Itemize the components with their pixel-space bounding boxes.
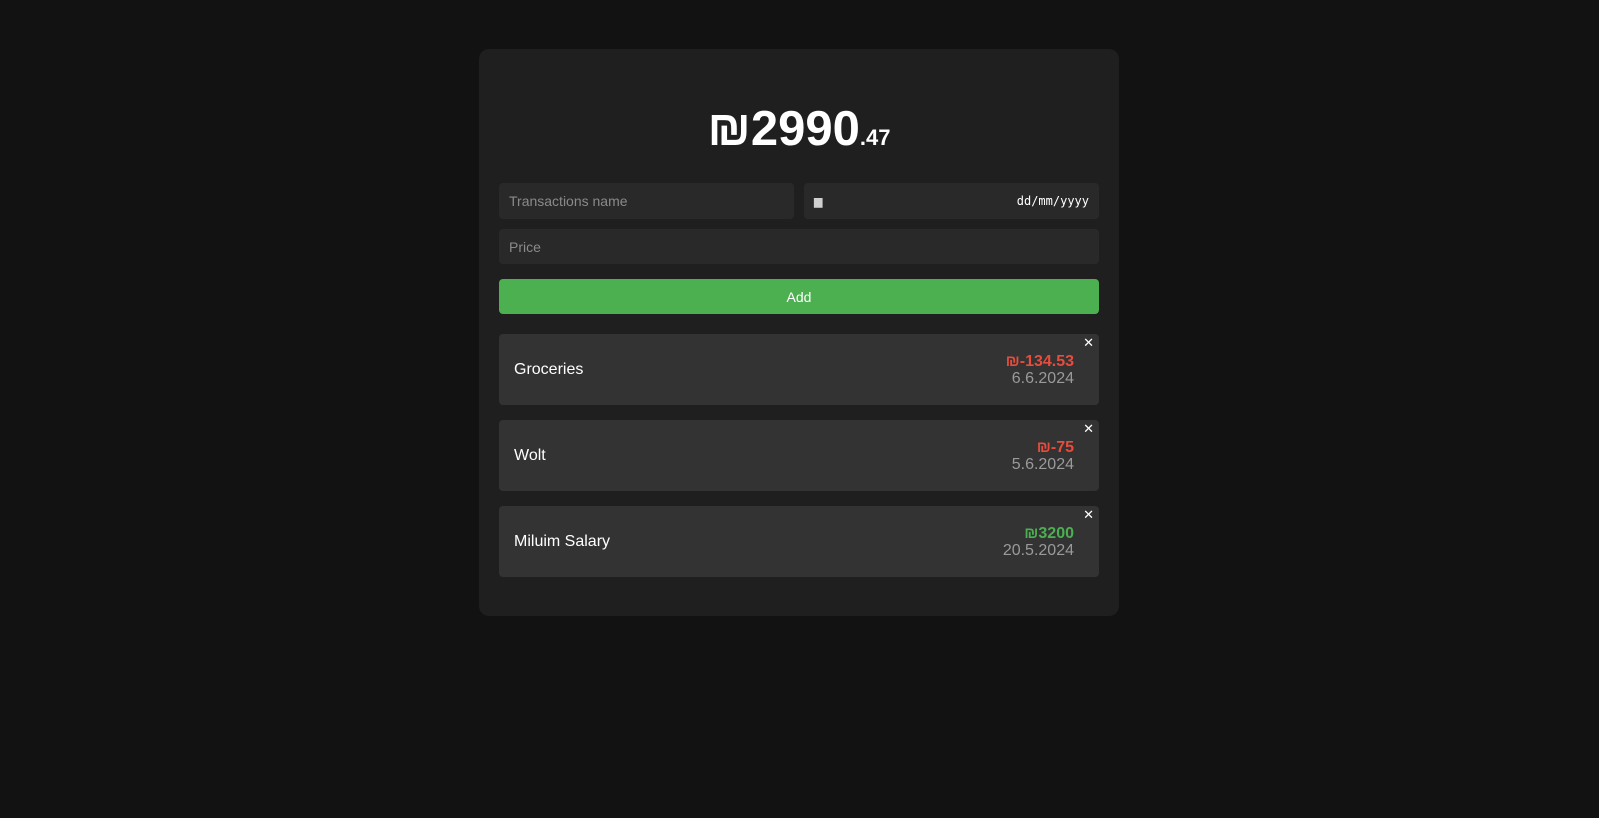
transaction-item: Groceries ₪-134.53 6.6.2024 ✕ xyxy=(499,334,1099,405)
transaction-name: Miluim Salary xyxy=(514,532,611,550)
date-input[interactable]: ▆ dd/mm/yyyy xyxy=(804,183,1099,219)
transaction-date: 6.6.2024 xyxy=(1011,369,1074,387)
transaction-name-placeholder: Transactions name xyxy=(509,193,628,209)
transaction-details: ₪3200 20.5.2024 xyxy=(1003,525,1074,559)
transaction-item: Miluim Salary ₪3200 20.5.2024 ✕ xyxy=(499,506,1099,577)
transaction-amount: ₪-75 xyxy=(1036,438,1074,456)
balance-display: ₪2990.47 xyxy=(499,99,1099,159)
close-icon[interactable]: ✕ xyxy=(1083,422,1094,436)
calendar-icon[interactable]: ▆ xyxy=(814,195,822,208)
transaction-amount: ₪3200 xyxy=(1024,524,1074,542)
balance-whole: ₪2990 xyxy=(707,102,860,156)
transaction-list: Groceries ₪-134.53 6.6.2024 ✕ Wolt ₪-75 … xyxy=(499,334,1099,577)
add-button[interactable]: Add xyxy=(499,279,1099,314)
form-row: Transactions name ▆ dd/mm/yyyy xyxy=(499,183,1099,219)
transaction-name: Groceries xyxy=(514,360,584,378)
transaction-name-input[interactable]: Transactions name xyxy=(499,183,794,219)
close-icon[interactable]: ✕ xyxy=(1083,336,1094,350)
transaction-name: Wolt xyxy=(514,446,546,464)
transaction-date: 5.6.2024 xyxy=(1011,455,1074,473)
price-input[interactable]: Price xyxy=(499,229,1099,264)
transaction-date: 20.5.2024 xyxy=(1002,541,1074,559)
price-placeholder: Price xyxy=(509,238,541,255)
balance-cents: .47 xyxy=(859,125,891,150)
transaction-details: ₪-134.53 6.6.2024 xyxy=(1006,353,1074,387)
close-icon[interactable]: ✕ xyxy=(1083,508,1094,522)
budget-card: ₪2990.47 Transactions name ▆ dd/mm/yyyy … xyxy=(479,49,1119,616)
transaction-item: Wolt ₪-75 5.6.2024 ✕ xyxy=(499,420,1099,491)
transaction-amount: ₪-134.53 xyxy=(1005,352,1074,370)
date-mask: dd/mm/yyyy xyxy=(1016,194,1089,208)
transaction-details: ₪-75 5.6.2024 xyxy=(1012,439,1074,473)
